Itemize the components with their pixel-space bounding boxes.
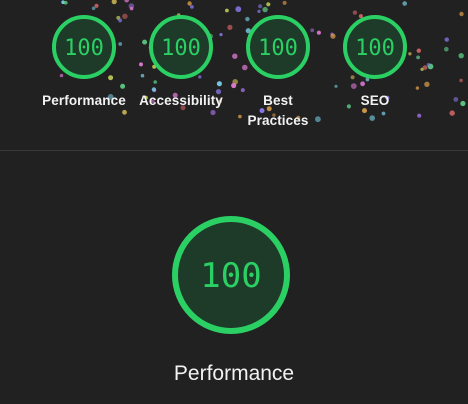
category-title: Performance bbox=[173, 362, 295, 385]
gauge-score: 100 bbox=[64, 36, 104, 61]
gauge-label: Accessibility bbox=[139, 93, 223, 108]
score-summary: 100 Performance 100 Accessibility 100 Be… bbox=[0, 0, 468, 150]
score-ring: 100 bbox=[149, 15, 213, 79]
gauge-label: Performance bbox=[42, 93, 126, 108]
gauge-score: 100 bbox=[355, 36, 395, 61]
gauge-accessibility[interactable]: 100 Accessibility bbox=[132, 14, 230, 111]
gauge-best-practices[interactable]: 100 Best Practices bbox=[229, 14, 327, 131]
gauge-score: 100 bbox=[258, 36, 298, 61]
gauge-label: Best Practices bbox=[247, 93, 309, 128]
category-description-cut-off bbox=[56, 397, 416, 403]
category-score: 100 bbox=[200, 256, 261, 296]
score-ring: 100 bbox=[246, 15, 310, 79]
score-ring: 100 bbox=[52, 15, 116, 79]
report-page: 100 Performance 100 Accessibility 100 Be… bbox=[0, 0, 468, 404]
section-divider bbox=[0, 150, 468, 151]
category-score-gauge: 100 bbox=[172, 216, 290, 334]
gauge-seo[interactable]: 100 SEO bbox=[326, 14, 424, 111]
gauge-label: SEO bbox=[360, 93, 390, 108]
gauge-score: 100 bbox=[161, 36, 201, 61]
score-ring: 100 bbox=[343, 15, 407, 79]
gauge-performance[interactable]: 100 Performance bbox=[35, 14, 133, 111]
